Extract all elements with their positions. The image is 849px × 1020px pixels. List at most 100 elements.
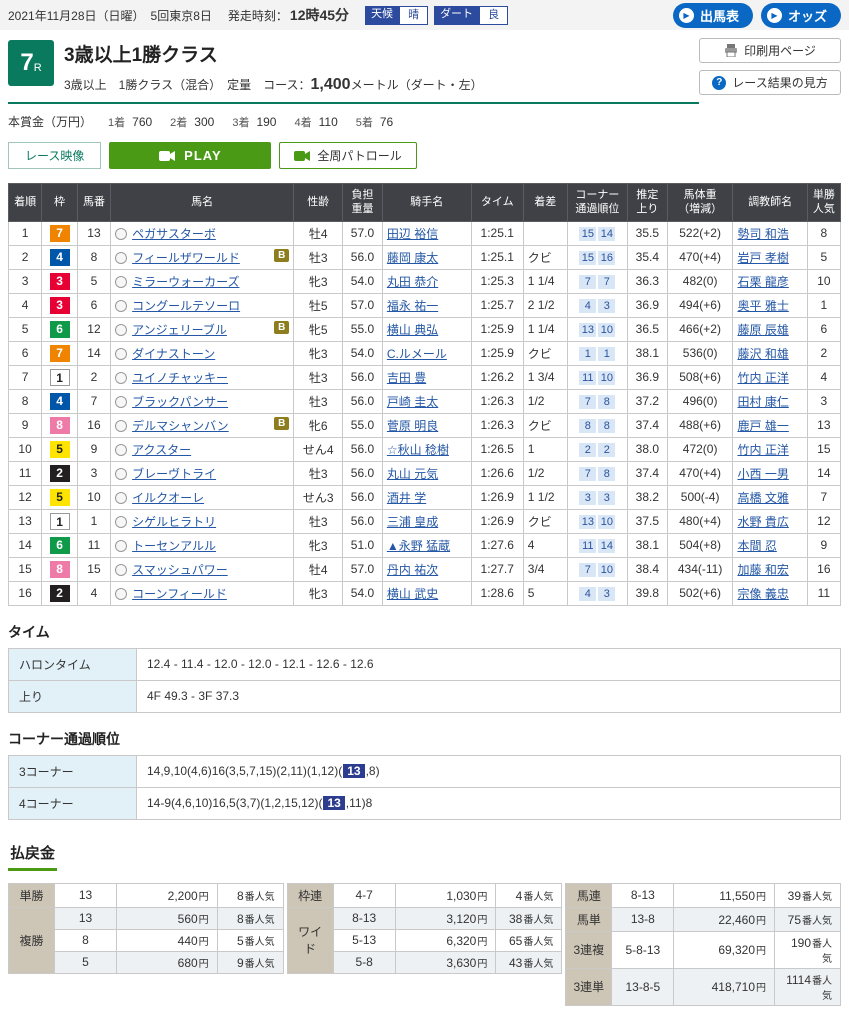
trainer-link[interactable]: 本間 忍 — [737, 539, 776, 553]
trainer-link[interactable]: 宗像 義忠 — [737, 587, 788, 601]
horse-name-link[interactable]: トーセンアルル — [132, 539, 216, 553]
result-guide-button[interactable]: ? レース結果の見方 — [699, 70, 841, 95]
payout-combination: 13-8 — [612, 907, 674, 931]
jockey-cell: 丸山 元気 — [382, 461, 471, 485]
result-row: 847ブラックパンサー牡356.0戸崎 圭太1:26.31/27837.2496… — [9, 389, 841, 413]
trainer-link[interactable]: 藤原 辰雄 — [737, 323, 788, 337]
trainer-link[interactable]: 岩戸 孝樹 — [737, 251, 788, 265]
jockey-link[interactable]: 横山 武史 — [387, 587, 438, 601]
popularity-unit: 番人気 — [523, 915, 553, 926]
jockey-link[interactable]: 藤岡 康太 — [387, 251, 438, 265]
play-button[interactable]: PLAY — [109, 142, 271, 169]
horse-info-icon[interactable] — [115, 300, 127, 312]
horse-name-link[interactable]: コーンフィールド — [132, 587, 227, 601]
print-page-button[interactable]: 印刷用ページ — [699, 38, 841, 63]
trainer-link[interactable]: 勢司 和浩 — [737, 227, 788, 241]
horse-name-link[interactable]: ブレーヴトライ — [132, 467, 216, 481]
horse-info-icon[interactable] — [115, 540, 127, 552]
jockey-link[interactable]: 横山 典弘 — [387, 323, 438, 337]
horse-name-link[interactable]: フィールザワールド — [132, 251, 240, 265]
trainer-link[interactable]: 竹内 正洋 — [737, 371, 788, 385]
jockey-link[interactable]: 吉田 豊 — [387, 371, 426, 385]
jockey-link[interactable]: 三浦 皇成 — [387, 515, 438, 529]
weight-carried: 54.0 — [343, 269, 383, 293]
horse-info-icon[interactable] — [115, 348, 127, 360]
horse-name-link[interactable]: シゲルヒラトリ — [132, 515, 216, 529]
corner-order-prefix: 14,9,10(4,6)16(3,5,7,15)(2,11)(1,12)( — [147, 764, 342, 778]
horse-name-link[interactable]: ブラックパンサー — [132, 395, 228, 409]
trainer-link[interactable]: 小西 一男 — [737, 467, 788, 481]
race-video-button[interactable]: レース映像 — [8, 142, 101, 169]
horse-info-icon[interactable] — [115, 588, 127, 600]
horse-name-link[interactable]: ペガサスターボ — [132, 227, 216, 241]
horse-info-icon[interactable] — [115, 372, 127, 384]
entries-button[interactable]: ▶ 出馬表 — [673, 3, 753, 28]
jockey-link[interactable]: 田辺 裕信 — [387, 227, 438, 241]
frame-cell: 3 — [42, 293, 78, 317]
horse-name-link[interactable]: ミラーウォーカーズ — [132, 275, 239, 289]
finish-position: 1 — [9, 221, 42, 245]
trainer-link[interactable]: 田村 康仁 — [737, 395, 788, 409]
horse-name-link[interactable]: ユイノチャッキー — [132, 371, 228, 385]
jockey-link[interactable]: 福永 祐一 — [387, 299, 438, 313]
payout-combination: 4-7 — [333, 883, 395, 907]
corner-row-value: 14-9(4,6,10)16,5(3,7)(1,2,15,12)(13,11)8 — [137, 787, 841, 819]
jockey-link[interactable]: 酒井 学 — [387, 491, 426, 505]
horse-info-icon[interactable] — [115, 396, 127, 408]
jockey-link[interactable]: 丸田 恭介 — [387, 275, 438, 289]
trainer-link[interactable]: 竹内 正洋 — [737, 443, 788, 457]
horse-info-icon[interactable] — [115, 252, 127, 264]
sex-age: 牡4 — [294, 557, 343, 581]
jockey-link[interactable]: ☆秋山 稔樹 — [387, 443, 449, 457]
sex-age: 牝6 — [294, 413, 343, 437]
corner-row-label: 3コーナー — [9, 755, 137, 787]
payout-amount: 6,320円 — [395, 929, 496, 951]
corner-position: 2 — [579, 443, 596, 457]
trainer-link[interactable]: 鹿戸 雄一 — [737, 419, 788, 433]
horse-name-link[interactable]: コングールテソーロ — [132, 299, 240, 313]
jockey-link[interactable]: 戸崎 圭太 — [387, 395, 438, 409]
horse-info-icon[interactable] — [115, 420, 127, 432]
jockey-link[interactable]: C.ルメール — [387, 347, 447, 361]
trainer-link[interactable]: 奥平 雅士 — [737, 299, 788, 313]
payout-amount: 560円 — [117, 907, 218, 929]
jockey-link[interactable]: ▲永野 猛蔵 — [387, 539, 450, 553]
sex-age: せん3 — [294, 485, 343, 509]
horse-info-icon[interactable] — [115, 492, 127, 504]
race-conditions: 3歳以上 1勝クラス（混合） 定量 コース：1,400メートル（ダート・左） — [64, 76, 483, 94]
patrol-video-button[interactable]: 全周パトロール — [279, 142, 416, 169]
horse-info-icon[interactable] — [115, 516, 127, 528]
popularity-value: 9 — [237, 956, 244, 970]
horse-info-icon[interactable] — [115, 324, 127, 336]
sex-age: 牡3 — [294, 389, 343, 413]
win-popularity: 3 — [807, 389, 840, 413]
horse-name-link[interactable]: スマッシュパワー — [132, 563, 228, 577]
horse-info-icon[interactable] — [115, 444, 127, 456]
horse-name-link[interactable]: アクスター — [132, 443, 191, 457]
horse-name-link[interactable]: アンジェリーブル — [132, 323, 227, 337]
trainer-link[interactable]: 水野 貴広 — [737, 515, 788, 529]
odds-button[interactable]: ▶ オッズ — [761, 3, 841, 28]
payout-amount: 22,460円 — [674, 907, 775, 931]
horse-name-link[interactable]: デルマシャンバン — [132, 419, 229, 433]
frame-cell: 7 — [42, 221, 78, 245]
horse-info-icon[interactable] — [115, 276, 127, 288]
horse-info-icon[interactable] — [115, 468, 127, 480]
weight-carried: 56.0 — [343, 245, 383, 269]
weather-value: 晴 — [399, 6, 428, 25]
finish-time: 1:25.1 — [471, 245, 523, 269]
frame-number: 8 — [50, 417, 70, 434]
trainer-link[interactable]: 石栗 龍彦 — [737, 275, 788, 289]
trainer-link[interactable]: 加藤 和宏 — [737, 563, 788, 577]
jockey-link[interactable]: 丹内 祐次 — [387, 563, 438, 577]
horse-info-icon[interactable] — [115, 564, 127, 576]
trainer-link[interactable]: 高橋 文雅 — [737, 491, 788, 505]
jockey-link[interactable]: 丸山 元気 — [387, 467, 438, 481]
corner-positions-cell: 1310 — [567, 317, 627, 341]
horse-name-link[interactable]: イルクオーレ — [132, 491, 204, 505]
horse-name-link[interactable]: ダイナストーン — [132, 347, 215, 361]
trainer-link[interactable]: 藤沢 和雄 — [737, 347, 788, 361]
jockey-link[interactable]: 菅原 明良 — [387, 419, 438, 433]
horse-info-icon[interactable] — [115, 228, 127, 240]
column-header: 馬番 — [77, 184, 110, 222]
